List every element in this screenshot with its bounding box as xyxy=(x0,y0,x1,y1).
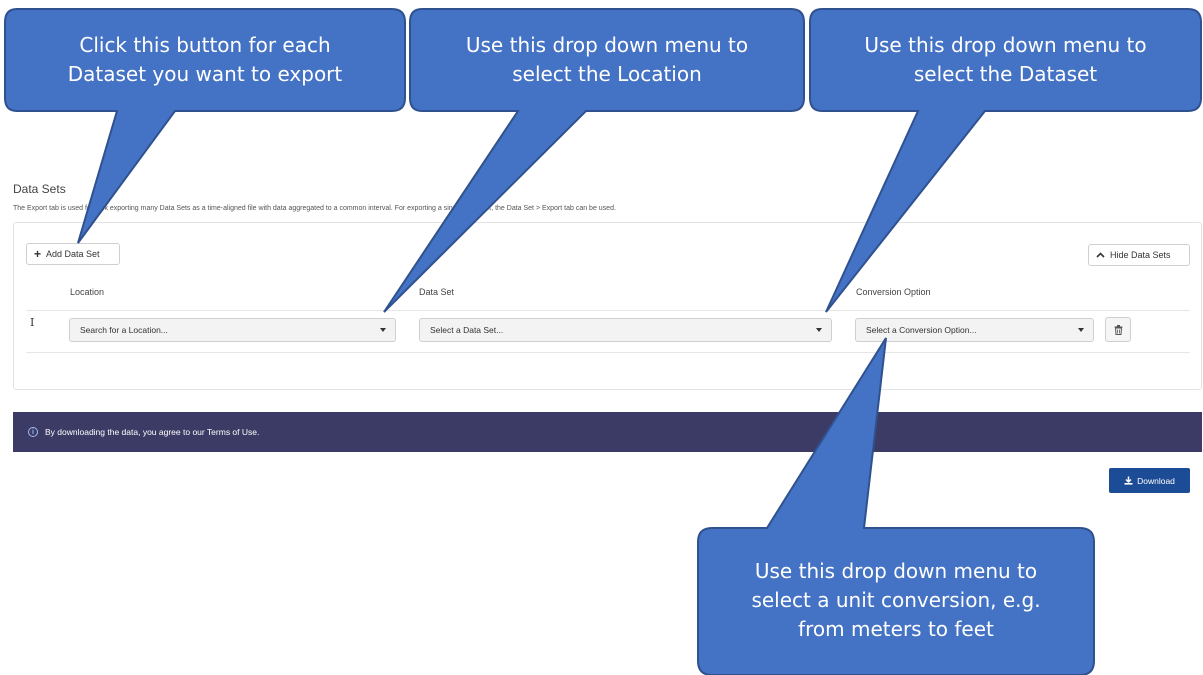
callout-conversion-line1: Use this drop down menu to xyxy=(754,559,1038,583)
callout-dataset-text: Use this drop down menu to select the Da… xyxy=(810,31,1201,89)
callout-dataset-line1: Use this drop down menu to xyxy=(864,33,1147,57)
callout-add-line2: Dataset you want to export xyxy=(67,62,343,86)
callout-location-line1: Use this drop down menu to xyxy=(465,33,749,57)
callout-conversion-line3: from meters to feet xyxy=(798,617,994,641)
callout-conversion-text: Use this drop down menu to select a unit… xyxy=(698,557,1094,644)
callout-add-line1: Click this button for each xyxy=(79,33,331,57)
callout-conversion-line2: select a unit conversion, e.g. xyxy=(751,588,1041,612)
callout-add-text: Click this button for each Dataset you w… xyxy=(5,31,405,89)
callout-location-text: Use this drop down menu to select the Lo… xyxy=(410,31,804,89)
callout-location-line2: select the Location xyxy=(512,62,702,86)
callout-dataset-line2: select the Dataset xyxy=(913,62,1098,86)
